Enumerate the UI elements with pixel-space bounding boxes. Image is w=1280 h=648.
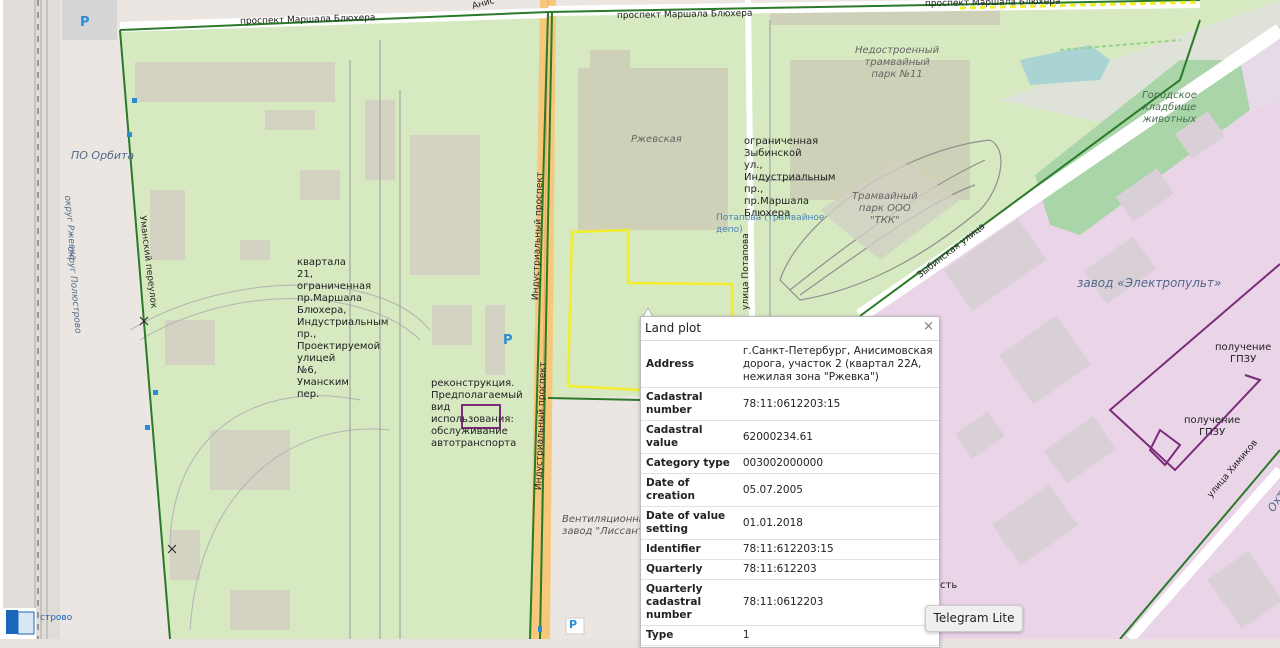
stroy-label[interactable]: строво: [40, 613, 72, 623]
table-row: Date of value setting 01.01.2018: [641, 506, 939, 540]
popup-divider: [641, 340, 939, 341]
property-value: 003002000000: [731, 453, 939, 474]
street-label-marshala-blyukhera: проспект Маршала Блюхера: [616, 8, 753, 22]
table-row: Date of creation 05.07.2005: [641, 473, 939, 507]
table-row: Quarterly 78:11:612203: [641, 559, 939, 580]
place-label-tram-park: Трамвайный парк ООО "ТКК": [852, 191, 918, 226]
property-key: Cadastral number: [641, 387, 732, 421]
property-key: Address: [641, 342, 732, 388]
street-label-potapova: улица Потапова: [741, 233, 751, 310]
place-label-ventilation-plant: Вентиляционны завод "Лиссант: [562, 514, 647, 537]
lot-label-zybinskaya[interactable]: ограниченная Зыбинской ул., Индустриальн…: [744, 136, 835, 220]
table-row: Category type 003002000000: [641, 453, 939, 474]
property-value: 05.07.2005: [731, 473, 939, 507]
property-value: 78:11:0612203: [731, 579, 939, 626]
property-table: Address г.Санкт-Петербург, Анисимовская …: [641, 342, 939, 646]
property-key: Identifier: [641, 539, 732, 560]
property-value: 62000234.61: [731, 420, 939, 454]
table-row: Cadastral value 62000234.61: [641, 420, 939, 454]
table-row: Type 1: [641, 625, 939, 646]
property-value: 78:11:0612203:15: [731, 387, 939, 421]
property-value: 78:11:612203: [731, 559, 939, 580]
popup-title: Land plot: [645, 321, 702, 335]
property-key: Category type: [641, 453, 732, 474]
place-label-cemetery: Городское кладбище животных: [1142, 90, 1197, 125]
property-key: Cadastral value: [641, 420, 732, 454]
lot-label-gpzu[interactable]: получение ГПЗУ: [1215, 342, 1271, 366]
lot-label-reconstruction[interactable]: реконструкция. Предполагаемый вид исполь…: [431, 378, 523, 450]
property-value: 78:11:612203:15: [731, 539, 939, 560]
parking-icon: P: [503, 333, 513, 348]
property-value: 1: [731, 625, 939, 646]
property-key: Type: [641, 625, 732, 646]
table-row: Quarterly cadastral number 78:11:0612203: [641, 579, 939, 626]
place-label-unfinished-depot: Недостроенный трамвайный парк №11: [855, 45, 940, 80]
property-value: г.Санкт-Петербург, Анисимовская дорога, …: [731, 342, 939, 388]
property-value: 01.01.2018: [731, 506, 939, 540]
parking-icon: P: [569, 618, 578, 631]
table-row: Cadastral number 78:11:0612203:15: [641, 387, 939, 421]
property-key: Date of creation: [641, 473, 732, 507]
close-icon[interactable]: ×: [923, 319, 934, 334]
land-plot-popup: Land plot × Address г.Санкт-Петербург, А…: [640, 316, 940, 648]
lot-label-partial: сть: [940, 580, 958, 591]
lot-label-quarter-21[interactable]: квартала 21, ограниченная пр.Маршала Блю…: [297, 257, 388, 401]
place-label-rzhevskaya: Ржевская: [631, 134, 682, 145]
parking-icon: P: [80, 15, 90, 30]
table-row: Identifier 78:11:612203:15: [641, 539, 939, 560]
property-key: Quarterly cadastral number: [641, 579, 732, 626]
telegram-lite-button[interactable]: Telegram Lite: [925, 605, 1023, 632]
place-label-elektropult: завод «Электропульт»: [1077, 276, 1222, 290]
property-key: Quarterly: [641, 559, 732, 580]
place-label-po-orbita: ПО Орбита: [71, 149, 135, 162]
table-row: Address г.Санкт-Петербург, Анисимовская …: [641, 342, 939, 388]
lot-label-gpzu[interactable]: получение ГПЗУ: [1184, 415, 1240, 439]
property-key: Date of value setting: [641, 506, 732, 540]
